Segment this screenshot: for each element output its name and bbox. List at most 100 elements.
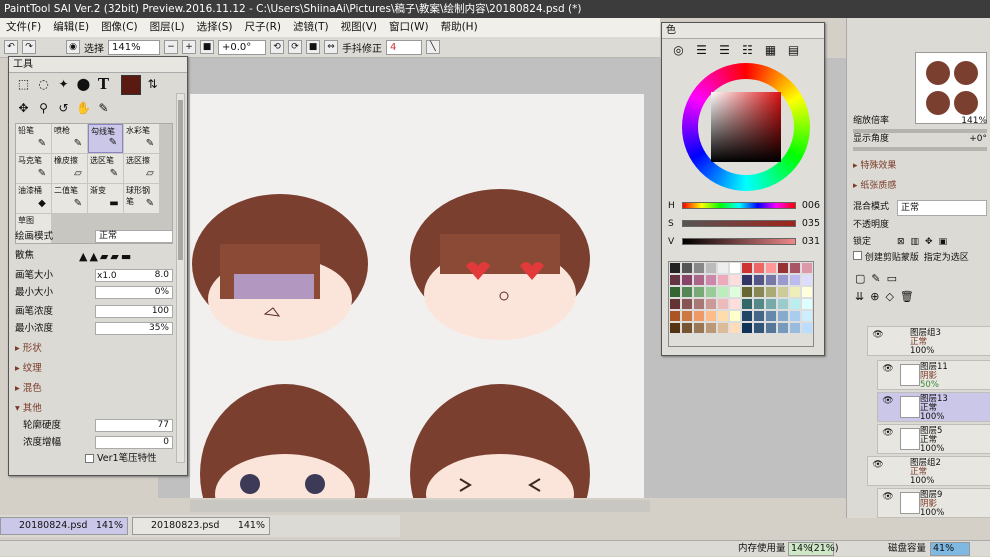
eye-icon[interactable]: 👁 <box>881 428 895 439</box>
rgb-mode-icon[interactable]: ☰ <box>693 41 710 58</box>
swatch-mode-icon[interactable]: ▦ <box>762 41 779 58</box>
brush-select-eraser[interactable]: 选区擦 ▱ <box>124 154 159 183</box>
brush-eraser[interactable]: 橡皮擦 ▱ <box>52 154 87 183</box>
zoom-reset-button[interactable]: ■ <box>200 40 214 54</box>
color-swatch[interactable] <box>741 274 753 286</box>
menu-image[interactable]: 图像(C) <box>95 18 144 37</box>
brush-marker[interactable]: 马克笔 ✎ <box>16 154 51 183</box>
brush-pencil[interactable]: 铅笔 ✎ <box>16 124 51 153</box>
color-swatch[interactable] <box>669 310 681 322</box>
redo-button[interactable]: ↷ <box>22 40 36 54</box>
rotate-right-button[interactable]: ⟳ <box>288 40 302 54</box>
color-swatch[interactable] <box>765 298 777 310</box>
nav-angle-value[interactable]: +0° <box>969 132 987 146</box>
color-swatch[interactable] <box>693 286 705 298</box>
color-swatch[interactable] <box>789 274 801 286</box>
brush-gradient[interactable]: 渐变 ▬ <box>88 184 123 213</box>
move-icon[interactable]: ✥ <box>15 99 32 116</box>
color-swatch[interactable] <box>789 322 801 334</box>
color-swatch[interactable] <box>729 298 741 310</box>
layer-11[interactable]: 👁 图层11 阴影 50% <box>877 360 990 390</box>
menu-select[interactable]: 选择(S) <box>191 18 239 37</box>
color-swatch[interactable] <box>705 286 717 298</box>
color-swatch[interactable] <box>705 262 717 274</box>
sat-value[interactable]: 035 <box>802 217 820 231</box>
brush-binary[interactable]: 二值笔 ✎ <box>52 184 87 213</box>
eye-icon[interactable]: 👁 <box>881 492 895 503</box>
color-swatch[interactable] <box>801 286 813 298</box>
color-swatch[interactable] <box>717 274 729 286</box>
layer-group3[interactable]: 👁 图层组3 正常 100% <box>867 326 990 356</box>
hue-slider[interactable] <box>682 202 796 209</box>
color-swatch[interactable] <box>801 274 813 286</box>
color-wheel[interactable] <box>682 63 810 191</box>
zoom-out-button[interactable]: − <box>164 40 178 54</box>
color-swatch[interactable] <box>681 310 693 322</box>
ver1-checkbox[interactable] <box>85 454 94 463</box>
color-swatch[interactable] <box>717 262 729 274</box>
color-swatch[interactable] <box>705 322 717 334</box>
color-swatch[interactable] <box>717 286 729 298</box>
brush-lineart[interactable]: 勾线笔 ✎ <box>88 124 123 153</box>
hsv-mode-icon[interactable]: ☰ <box>716 41 733 58</box>
color-swatch[interactable] <box>789 286 801 298</box>
color-swatch[interactable] <box>765 262 777 274</box>
color-swatch[interactable] <box>753 310 765 322</box>
line-tool-button[interactable]: ╲ <box>426 40 440 54</box>
color-swatch[interactable] <box>753 286 765 298</box>
user-mode-icon[interactable]: ▤ <box>785 41 802 58</box>
color-swatch[interactable] <box>669 322 681 334</box>
color-swatch[interactable] <box>777 262 789 274</box>
angle-field[interactable]: +0.0° <box>218 39 266 55</box>
lock-icons[interactable]: ⊠▥✥▣ <box>897 235 953 249</box>
color-swatch[interactable] <box>669 298 681 310</box>
nav-angle-slider[interactable] <box>853 147 987 151</box>
wheel-mode-icon[interactable]: ◎ <box>670 41 687 58</box>
color-swatch[interactable] <box>669 274 681 286</box>
color-swatch[interactable] <box>681 274 693 286</box>
edge-field[interactable]: 77 <box>95 419 173 432</box>
rotate-icon[interactable]: ↺ <box>55 99 72 116</box>
section-other[interactable]: ▾ 其他 <box>15 401 173 417</box>
saturation-value-square[interactable] <box>711 92 781 162</box>
color-swatch[interactable] <box>753 322 765 334</box>
menu-edit[interactable]: 编辑(E) <box>47 18 95 37</box>
brush-bucket[interactable]: 油漆桶 ◆ <box>16 184 51 213</box>
lasso-icon[interactable]: ◌ <box>35 75 52 92</box>
eye-icon[interactable]: 👁 <box>881 364 895 375</box>
color-swatch[interactable] <box>693 322 705 334</box>
color-swatch[interactable] <box>669 286 681 298</box>
color-swatch[interactable] <box>705 298 717 310</box>
tab-20180823[interactable]: 20180823.psd 141% <box>132 517 270 535</box>
add-mask-icon[interactable]: ⊕ <box>870 290 879 303</box>
min-density-field[interactable]: 35% <box>95 322 173 335</box>
color-swatch[interactable] <box>717 322 729 334</box>
zoom-field[interactable]: 141% <box>108 39 160 55</box>
menu-file[interactable]: 文件(F) <box>0 18 47 37</box>
color-swatch[interactable] <box>681 286 693 298</box>
hue-value[interactable]: 006 <box>802 199 820 213</box>
fill-icon[interactable]: ⬤ <box>75 75 92 92</box>
brush-airbrush[interactable]: 喷枪 ✎ <box>52 124 87 153</box>
view-toggle-button[interactable]: ◉ <box>66 40 80 54</box>
nav-zoom-value[interactable]: 141% <box>961 114 987 128</box>
text-tool-icon[interactable]: T <box>95 75 112 93</box>
menu-ruler[interactable]: 尺子(R) <box>239 18 288 37</box>
new-linework-icon[interactable]: ✎ <box>871 272 880 285</box>
color-swatch[interactable] <box>705 274 717 286</box>
density-field[interactable]: 100 <box>95 305 173 318</box>
brush-select-pen[interactable]: 选区笔 ✎ <box>88 154 123 183</box>
eye-icon[interactable]: 👁 <box>871 330 885 341</box>
color-swatch[interactable] <box>801 322 813 334</box>
layer-blend-select[interactable]: 正常 <box>897 200 987 216</box>
color-swatch[interactable] <box>777 298 789 310</box>
brush-size-multiplier[interactable]: x1.0 <box>97 268 117 284</box>
color-swatch[interactable] <box>693 310 705 322</box>
layer-13[interactable]: 👁 图层13 正常 100% <box>877 392 990 422</box>
stabilizer-field[interactable]: 4 <box>386 39 422 55</box>
color-swatch[interactable] <box>693 262 705 274</box>
color-swatch[interactable] <box>777 322 789 334</box>
color-swatch[interactable] <box>693 298 705 310</box>
color-swatch[interactable] <box>717 298 729 310</box>
color-swatch[interactable] <box>705 310 717 322</box>
